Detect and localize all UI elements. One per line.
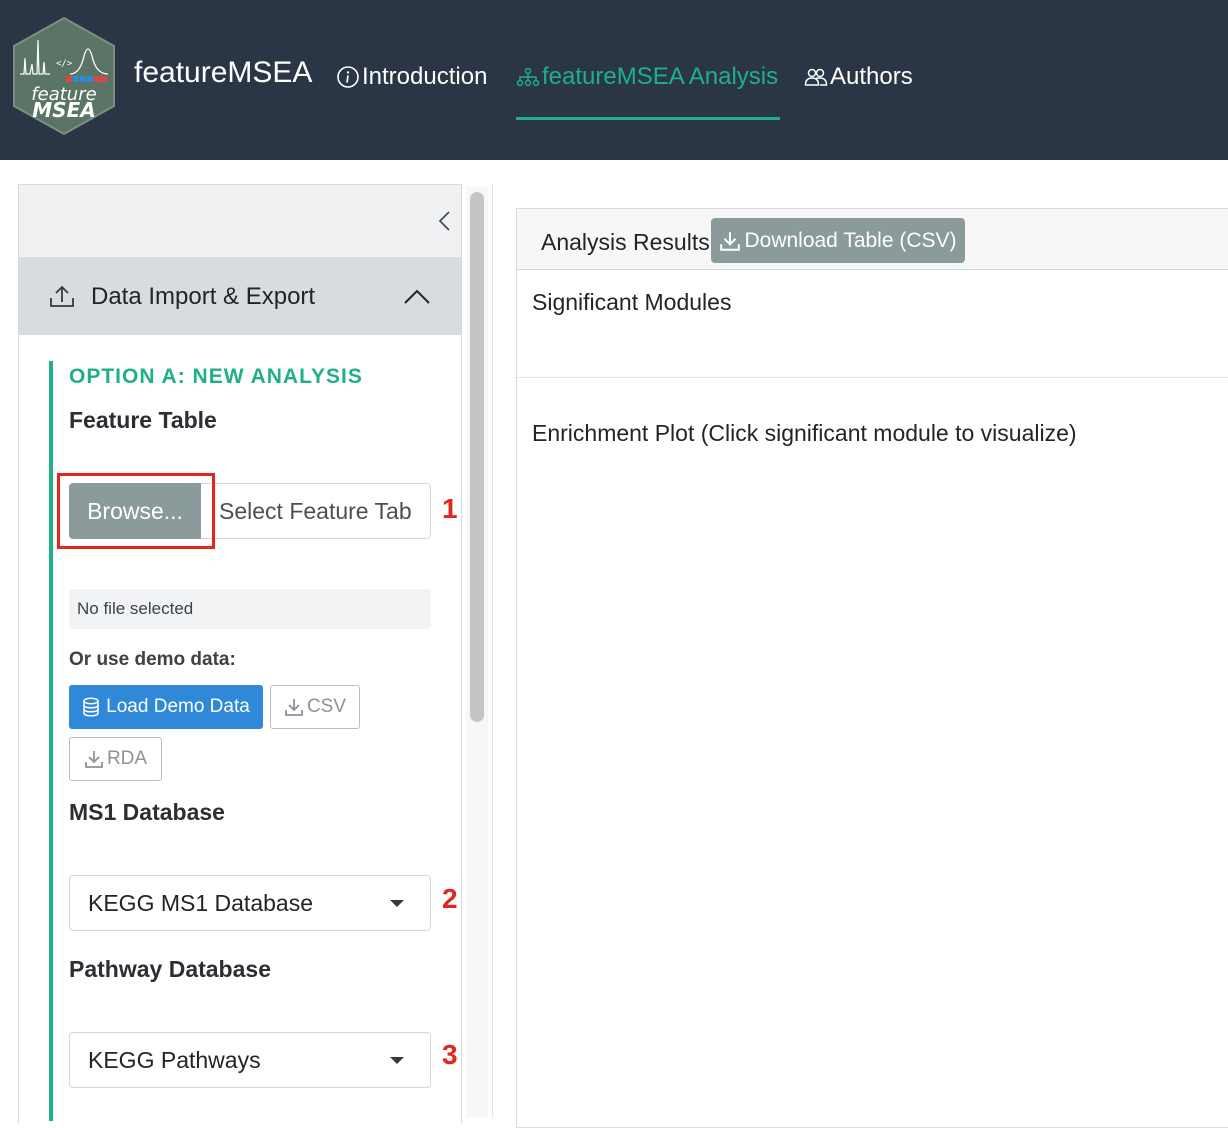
panel-divider [492, 184, 493, 1118]
active-tab-indicator [516, 117, 780, 120]
ms1-database-select[interactable]: KEGG MS1 Database [69, 875, 431, 931]
sidebar-toolbar [19, 185, 461, 257]
tab-introduction-label: Introduction [362, 63, 488, 90]
sidebar-panel: Data Import & Export OPTION A: NEW ANALY… [18, 184, 462, 1124]
download-rda-demo-button[interactable]: RDA [69, 737, 162, 781]
download-icon [85, 751, 103, 768]
accordion-title: Data Import & Export [91, 283, 316, 310]
pathway-database-label: Pathway Database [69, 956, 271, 982]
pathway-database-value: KEGG Pathways [88, 1046, 261, 1073]
tab-introduction[interactable]: Introduction [336, 62, 487, 92]
file-status: No file selected [69, 589, 431, 629]
accordion-accent-bar [49, 361, 53, 1121]
file-name-field[interactable]: Select Feature Tab [201, 483, 431, 539]
top-navbar: </> feature MSEA featureMSEA Introductio… [0, 0, 1228, 160]
results-card-header: Analysis Results Download Table (CSV) [517, 209, 1228, 270]
sidebar-scrollbar-thumb[interactable] [470, 192, 484, 722]
tab-analysis-label: featureMSEA Analysis [542, 63, 779, 90]
download-table-label: Download Table (CSV) [744, 228, 957, 252]
annotation-highlight-box [57, 473, 215, 549]
info-circle-icon [337, 66, 359, 88]
step-number-1: 1 [442, 493, 458, 524]
accordion-data-import-export[interactable]: Data Import & Export [19, 257, 461, 335]
demo-data-label: Or use demo data: [69, 649, 236, 670]
featuremsea-logo: </> feature MSEA [13, 16, 115, 136]
people-icon [804, 68, 828, 86]
ms1-database-label: MS1 Database [69, 799, 225, 825]
caret-down-icon [390, 1057, 404, 1064]
analysis-results-card: Analysis Results Download Table (CSV) Si… [516, 208, 1228, 1128]
results-title: Analysis Results [541, 229, 710, 255]
rda-label: RDA [106, 748, 148, 769]
feature-table-label: Feature Table [69, 407, 217, 433]
tab-authors-label: Authors [830, 63, 913, 90]
download-table-csv-button[interactable]: Download Table (CSV) [711, 218, 965, 263]
section-divider [517, 377, 1228, 378]
load-demo-data-label: Load Demo Data [106, 696, 250, 717]
download-icon [720, 231, 741, 251]
tab-featuremsea-analysis[interactable]: featureMSEA Analysis [516, 62, 778, 92]
chevron-left-icon[interactable] [437, 209, 453, 233]
csv-label: CSV [306, 696, 347, 717]
tab-authors[interactable]: Authors [804, 62, 913, 92]
svg-text:MSEA: MSEA [32, 98, 95, 122]
load-demo-data-button[interactable]: Load Demo Data [69, 685, 263, 729]
caret-down-icon [390, 900, 404, 907]
network-diagram-icon [516, 67, 540, 87]
brand-title[interactable]: featureMSEA [134, 56, 312, 90]
enrichment-plot-heading: Enrichment Plot (Click significant modul… [532, 420, 1077, 446]
option-a-heading: OPTION A: NEW ANALYSIS [69, 365, 363, 388]
significant-modules-heading: Significant Modules [532, 289, 732, 315]
download-csv-demo-button[interactable]: CSV [270, 685, 360, 729]
download-icon [285, 699, 303, 716]
database-icon [83, 697, 99, 717]
pathway-database-select[interactable]: KEGG Pathways [69, 1032, 431, 1088]
upload-icon [50, 285, 74, 307]
step-number-3: 3 [442, 1039, 458, 1070]
step-number-2: 2 [442, 883, 458, 914]
chevron-up-icon [404, 289, 430, 304]
ms1-database-value: KEGG MS1 Database [88, 889, 313, 916]
svg-text:</>: </> [56, 59, 73, 69]
